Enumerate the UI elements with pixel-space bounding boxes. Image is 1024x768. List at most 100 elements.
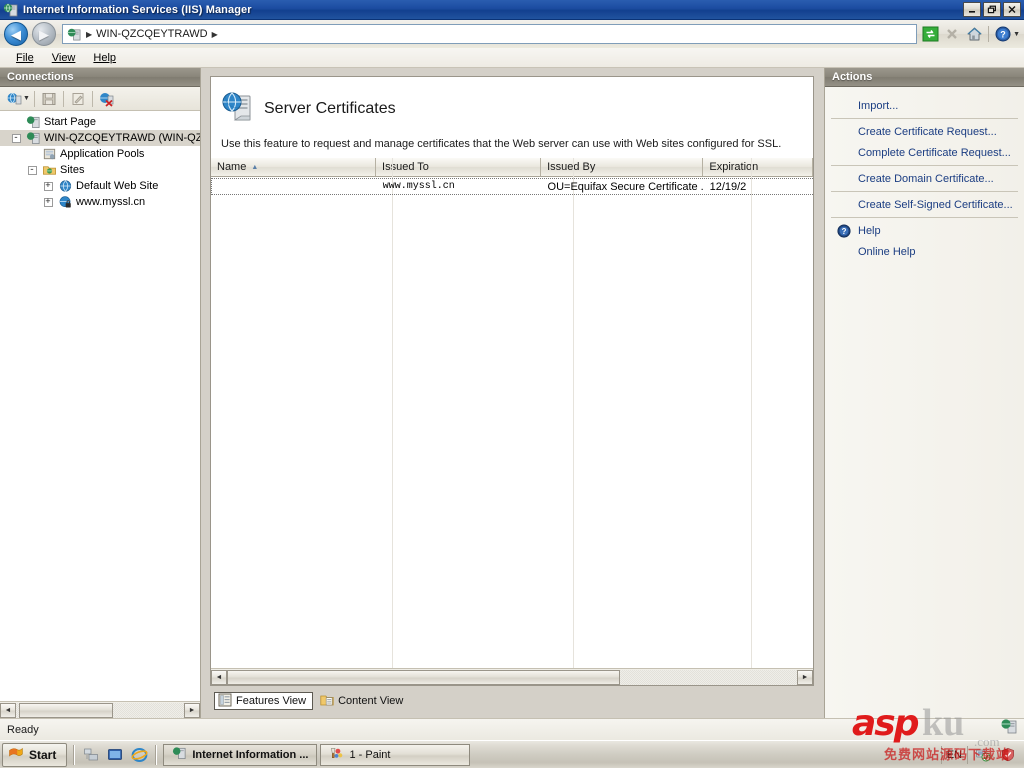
tree-twisty-sites[interactable]: -: [24, 165, 40, 175]
scroll-left-button[interactable]: ◄: [211, 669, 227, 685]
action-label: Complete Certificate Request...: [858, 146, 1011, 159]
action-create-self-signed-certificate[interactable]: Create Self-Signed Certificate...: [831, 194, 1018, 215]
tree-twisty-default-web-site[interactable]: +: [40, 181, 56, 191]
refresh-icon[interactable]: [920, 24, 940, 44]
start-page-icon: [24, 114, 42, 130]
grid-column-label: Name: [217, 161, 247, 173]
grid-column-header-expiration[interactable]: Expiration: [703, 158, 813, 176]
menu-file[interactable]: File: [8, 50, 42, 66]
delete-connection-icon[interactable]: [97, 89, 117, 109]
cell-expiration: 12/19/2: [709, 180, 747, 193]
home-icon[interactable]: [964, 24, 984, 44]
close-button[interactable]: [1003, 2, 1021, 17]
connect-dropdown-icon[interactable]: ▼: [23, 95, 30, 102]
switch-window-icon[interactable]: [105, 745, 125, 765]
scroll-thumb[interactable]: [227, 669, 621, 685]
scroll-right-button[interactable]: ►: [797, 669, 813, 685]
tree-twisty-server[interactable]: -: [8, 133, 24, 143]
forward-button[interactable]: ▶: [32, 22, 56, 46]
security-shield-icon[interactable]: [998, 745, 1018, 765]
grid-column-header-issued-to[interactable]: Issued To: [376, 158, 542, 176]
action-label: Online Help: [858, 245, 916, 258]
menu-view[interactable]: View: [44, 50, 84, 66]
grid-column-divider: [392, 158, 393, 668]
start-label: Start: [29, 747, 57, 762]
taskbar-divider: [73, 744, 76, 765]
grid-horizontal-scrollbar[interactable]: ◄ ►: [211, 668, 813, 685]
breadcrumb-item-server[interactable]: WIN-QZCQEYTRAWD: [96, 28, 207, 40]
cell-name: [212, 179, 377, 194]
taskbar-task-list: Internet Information ... 1 - Paint: [160, 743, 940, 766]
action-create-domain-certificate[interactable]: Create Domain Certificate...: [831, 168, 1018, 189]
tab-label: Content View: [338, 695, 404, 707]
taskbar-item-paint[interactable]: 1 - Paint: [320, 743, 471, 766]
start-button[interactable]: Start: [2, 742, 68, 767]
action-help[interactable]: ? Help: [831, 220, 1018, 241]
connections-horizontal-scrollbar[interactable]: ◄ ►: [0, 701, 200, 718]
scroll-track[interactable]: [16, 702, 184, 718]
connections-toolbar: ▼: [0, 87, 200, 111]
connections-pane-header: Connections: [0, 68, 200, 87]
tree-item-start-page[interactable]: Start Page: [0, 114, 200, 130]
tree-twisty-myssl[interactable]: +: [40, 197, 56, 207]
action-create-certificate-request[interactable]: Create Certificate Request...: [831, 121, 1018, 142]
grid-body[interactable]: www.myssl.cn OU=Equifax Secure Certifica…: [211, 178, 813, 195]
tree-item-www-myssl-cn[interactable]: + www.myssl.cn: [0, 194, 200, 210]
menu-bar: File View Help: [0, 48, 1024, 68]
scroll-right-button[interactable]: ►: [184, 702, 200, 718]
grid-column-label: Issued To: [382, 161, 429, 173]
collapse-icon[interactable]: -: [11, 133, 21, 143]
grid-column-header-issued-by[interactable]: Issued By: [541, 158, 704, 176]
action-label: Create Self-Signed Certificate...: [858, 198, 1013, 211]
breadcrumb-address-bar[interactable]: ▶ WIN-QZCQEYTRAWD ▶: [62, 24, 918, 44]
server-certificates-icon: [221, 91, 255, 126]
tree-item-application-pools[interactable]: Application Pools: [0, 146, 200, 162]
tree-item-sites[interactable]: - Sites: [0, 162, 200, 178]
breadcrumb-separator-icon[interactable]: ▶: [212, 30, 218, 39]
back-button[interactable]: ◀: [4, 22, 28, 46]
connections-tree[interactable]: Start Page - WIN-QZCQEYTRAWD (WIN-QZC Ap…: [0, 111, 200, 701]
collapse-icon[interactable]: -: [27, 165, 37, 175]
feature-title-row: Server Certificates: [211, 91, 813, 126]
window-title-bar[interactable]: Internet Information Services (IIS) Mana…: [0, 0, 1024, 20]
show-desktop-icon[interactable]: [81, 745, 101, 765]
tab-features-view[interactable]: Features View: [214, 692, 314, 710]
tree-item-default-web-site[interactable]: + Default Web Site: [0, 178, 200, 194]
help-dropdown-icon[interactable]: ▼: [1013, 31, 1020, 38]
certificates-grid[interactable]: Name ▲ Issued To Issued By Expiration ww…: [211, 158, 813, 668]
action-complete-certificate-request[interactable]: Complete Certificate Request...: [831, 142, 1018, 163]
expand-icon[interactable]: +: [43, 181, 53, 191]
breadcrumb-root-icon: [67, 28, 82, 41]
grid-header-row[interactable]: Name ▲ Issued To Issued By Expiration: [211, 158, 813, 177]
status-text: Ready: [7, 723, 39, 736]
action-label: Import...: [858, 99, 899, 112]
scroll-track[interactable]: [227, 669, 797, 685]
taskbar-item-iis-manager[interactable]: Internet Information ...: [163, 743, 318, 766]
scroll-left-button[interactable]: ◄: [0, 702, 16, 718]
paint-icon: [329, 746, 344, 763]
network-icon[interactable]: [973, 745, 993, 765]
menu-help[interactable]: Help: [85, 50, 124, 66]
tree-item-server[interactable]: - WIN-QZCQEYTRAWD (WIN-QZC: [0, 130, 200, 146]
table-row[interactable]: www.myssl.cn OU=Equifax Secure Certifica…: [211, 178, 813, 195]
tab-label: Features View: [236, 695, 307, 707]
tree-item-label: WIN-QZCQEYTRAWD (WIN-QZC: [44, 132, 200, 144]
help-icon[interactable]: ?: [993, 24, 1013, 44]
scroll-thumb[interactable]: [19, 702, 114, 718]
action-online-help[interactable]: Online Help: [831, 241, 1018, 262]
taskbar: Start Internet Information ... 1 - Paint…: [0, 740, 1024, 768]
tab-content-view[interactable]: Content View: [317, 692, 409, 710]
toolbar-divider: [91, 90, 93, 107]
minimize-button[interactable]: [963, 2, 981, 17]
back-arrow-icon: ◀: [11, 26, 21, 42]
restore-button[interactable]: [983, 2, 1001, 17]
connect-to-icon[interactable]: [4, 89, 24, 109]
language-indicator[interactable]: EN: [947, 749, 962, 761]
window-controls[interactable]: [963, 2, 1024, 17]
grid-column-header-name[interactable]: Name ▲: [211, 158, 377, 176]
menu-file-label: File: [16, 51, 34, 64]
expand-icon[interactable]: +: [43, 197, 53, 207]
tray-divider: [967, 745, 968, 764]
action-import[interactable]: Import...: [831, 95, 1018, 116]
internet-explorer-icon[interactable]: [129, 745, 149, 765]
